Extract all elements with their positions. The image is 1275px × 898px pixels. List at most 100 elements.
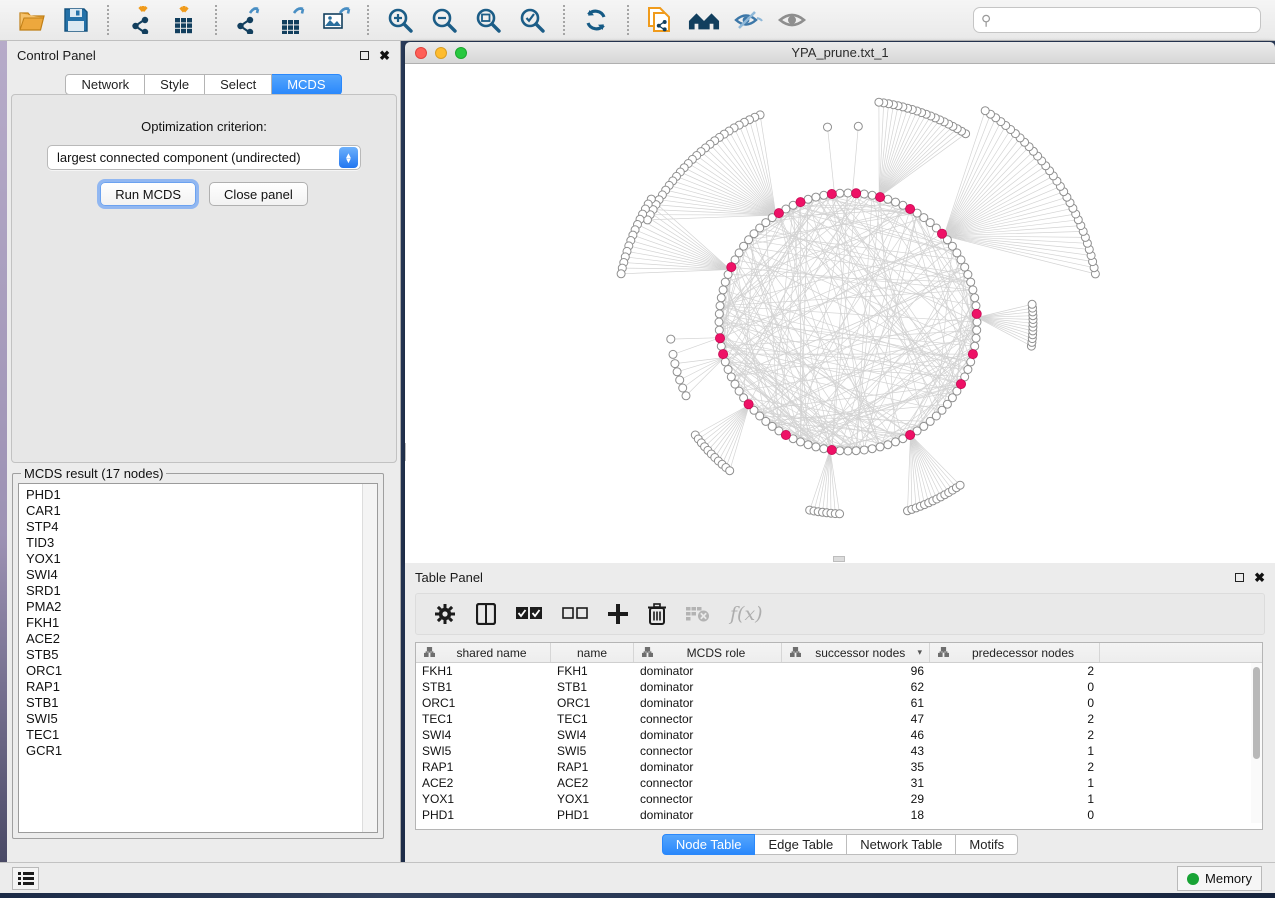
delete-row-icon[interactable] xyxy=(648,601,666,627)
zoom-fit-icon[interactable] xyxy=(472,4,504,36)
show-all-icon[interactable] xyxy=(776,4,808,36)
memory-button[interactable]: Memory xyxy=(1177,866,1262,891)
table-row[interactable]: ACE2ACE2connector311 xyxy=(416,775,1262,791)
table-row[interactable]: YOX1YOX1connector291 xyxy=(416,791,1262,807)
deselect-all-icon[interactable] xyxy=(562,601,588,627)
column-header-name[interactable]: name xyxy=(551,643,634,662)
network-nodes[interactable] xyxy=(617,98,1099,518)
column-header-predecessor-nodes[interactable]: predecessor nodes xyxy=(930,643,1100,662)
zoom-selected-icon[interactable] xyxy=(516,4,548,36)
tab-network[interactable]: Network xyxy=(65,74,145,95)
control-panel: Control Panel ✖ NetworkStyleSelectMCDS O… xyxy=(7,41,401,862)
mcds-result-item[interactable]: STB1 xyxy=(26,695,377,711)
export-image-icon[interactable] xyxy=(320,4,352,36)
table-scrollbar[interactable] xyxy=(1251,663,1262,823)
cell-predecessor-nodes: 1 xyxy=(930,791,1100,807)
mcds-result-item[interactable]: STP4 xyxy=(26,519,377,535)
splitter-handle-horizontal[interactable] xyxy=(833,556,845,562)
criterion-selected-value: largest connected component (undirected) xyxy=(48,150,339,165)
mcds-result-item[interactable]: TID3 xyxy=(26,535,377,551)
mcds-result-item[interactable]: FKH1 xyxy=(26,615,377,631)
cell-shared-name: RAP1 xyxy=(416,759,551,775)
mcds-result-item[interactable]: STB5 xyxy=(26,647,377,663)
open-session-icon[interactable] xyxy=(16,4,48,36)
table-row[interactable]: ORC1ORC1dominator610 xyxy=(416,695,1262,711)
toolbar-separator xyxy=(107,5,109,35)
export-table-icon[interactable] xyxy=(276,4,308,36)
task-history-button[interactable] xyxy=(12,867,39,890)
network-canvas[interactable] xyxy=(405,64,1275,563)
network-window-titlebar[interactable]: YPA_prune.txt_1 xyxy=(405,42,1275,64)
table-row[interactable]: TEC1TEC1connector472 xyxy=(416,711,1262,727)
column-header-successor-nodes[interactable]: successor nodes▾ xyxy=(782,643,930,662)
column-header-MCDS-role[interactable]: MCDS role xyxy=(634,643,782,662)
export-network-icon[interactable] xyxy=(232,4,264,36)
table-row[interactable]: STB1STB1dominator620 xyxy=(416,679,1262,695)
mcds-result-item[interactable]: RAP1 xyxy=(26,679,377,695)
cell-successor-nodes: 29 xyxy=(782,791,930,807)
mcds-result-item[interactable]: SWI5 xyxy=(26,711,377,727)
first-neighbors-icon[interactable] xyxy=(688,4,720,36)
close-window-icon[interactable] xyxy=(415,47,427,59)
close-panel-icon[interactable]: ✖ xyxy=(379,49,390,62)
mcds-tab-content: Optimization criterion: largest connecte… xyxy=(11,94,397,463)
mcds-result-list[interactable]: PHD1CAR1STP4TID3YOX1SWI4SRD1PMA2FKH1ACE2… xyxy=(18,483,378,833)
mcds-result-item[interactable]: TEC1 xyxy=(26,727,377,743)
mcds-result-item[interactable]: ACE2 xyxy=(26,631,377,647)
tab-mcds[interactable]: MCDS xyxy=(272,74,341,95)
mcds-result-item[interactable]: SRD1 xyxy=(26,583,377,599)
hide-selected-icon[interactable] xyxy=(732,4,764,36)
cell-name: FKH1 xyxy=(551,663,634,679)
run-mcds-button[interactable]: Run MCDS xyxy=(100,182,196,206)
minimize-window-icon[interactable] xyxy=(435,47,447,59)
function-builder-icon[interactable]: f(x) xyxy=(730,601,763,627)
splitter-handle-vertical[interactable] xyxy=(405,443,406,461)
mcds-result-item[interactable]: YOX1 xyxy=(26,551,377,567)
tab-node-table[interactable]: Node Table xyxy=(662,834,756,855)
tab-select[interactable]: Select xyxy=(205,74,272,95)
mcds-result-item[interactable]: ORC1 xyxy=(26,663,377,679)
mcds-result-item[interactable]: PMA2 xyxy=(26,599,377,615)
zoom-in-icon[interactable] xyxy=(384,4,416,36)
gear-icon[interactable] xyxy=(434,601,456,627)
add-row-icon[interactable] xyxy=(608,601,628,627)
dropdown-stepper-icon: ▲▼ xyxy=(339,147,358,168)
tab-motifs[interactable]: Motifs xyxy=(956,834,1018,855)
mcds-result-item[interactable]: CAR1 xyxy=(26,503,377,519)
zoom-out-icon[interactable] xyxy=(428,4,460,36)
search-input[interactable] xyxy=(996,13,1253,28)
table-scrollbar-thumb[interactable] xyxy=(1253,667,1260,759)
close-table-panel-icon[interactable]: ✖ xyxy=(1254,571,1265,584)
table-row[interactable]: SWI5SWI5connector431 xyxy=(416,743,1262,759)
table-row[interactable]: PHD1PHD1dominator180 xyxy=(416,807,1262,823)
close-panel-button[interactable]: Close panel xyxy=(209,182,308,206)
mcds-result-item[interactable]: GCR1 xyxy=(26,743,377,759)
save-session-icon[interactable] xyxy=(60,4,92,36)
tab-edge-table[interactable]: Edge Table xyxy=(755,834,847,855)
tab-network-table[interactable]: Network Table xyxy=(847,834,956,855)
float-table-panel-icon[interactable] xyxy=(1235,573,1244,582)
column-header-shared-name[interactable]: shared name xyxy=(416,643,551,662)
import-network-icon[interactable] xyxy=(124,4,156,36)
select-all-icon[interactable] xyxy=(516,601,542,627)
search-box[interactable]: ⚲ xyxy=(973,7,1261,33)
cell-name: YOX1 xyxy=(551,791,634,807)
attribute-icon xyxy=(938,646,949,660)
criterion-dropdown[interactable]: largest connected component (undirected)… xyxy=(47,145,361,170)
cell-successor-nodes: 47 xyxy=(782,711,930,727)
delete-table-icon[interactable] xyxy=(686,601,710,627)
float-panel-icon[interactable] xyxy=(360,51,369,60)
mcds-result-item[interactable]: PHD1 xyxy=(26,487,377,503)
table-row[interactable]: SWI4SWI4dominator462 xyxy=(416,727,1262,743)
table-row[interactable]: FKH1FKH1dominator962 xyxy=(416,663,1262,679)
columns-icon[interactable] xyxy=(476,601,496,627)
cell-successor-nodes: 43 xyxy=(782,743,930,759)
maximize-window-icon[interactable] xyxy=(455,47,467,59)
tab-style[interactable]: Style xyxy=(145,74,205,95)
mcds-list-scrollbar[interactable] xyxy=(362,484,377,832)
table-row[interactable]: RAP1RAP1dominator352 xyxy=(416,759,1262,775)
mcds-result-item[interactable]: SWI4 xyxy=(26,567,377,583)
import-table-icon[interactable] xyxy=(168,4,200,36)
refresh-layout-icon[interactable] xyxy=(580,4,612,36)
duplicate-network-icon[interactable] xyxy=(644,4,676,36)
